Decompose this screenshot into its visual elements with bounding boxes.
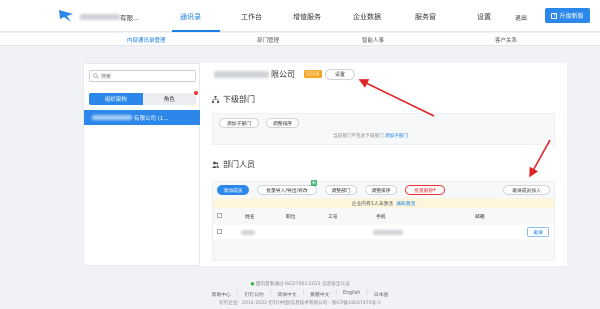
- row-checkbox[interactable]: [217, 229, 222, 234]
- logout-link[interactable]: 退出: [515, 13, 527, 22]
- chevron-down-icon: ▾: [433, 187, 436, 193]
- subnav-internal-contacts[interactable]: 内部通讯录管理: [127, 36, 166, 44]
- tree-item-company[interactable]: 有限公司 (1...: [84, 110, 200, 125]
- tab-enterprise-data[interactable]: 企业数据: [353, 12, 381, 22]
- tab-contacts[interactable]: 通讯录: [180, 12, 201, 22]
- redacted-text: [80, 14, 120, 20]
- footer-certification: ● 国内首家通过 ISO27001:2013 信息安全认证: [250, 282, 350, 287]
- footer-copyright: 钉钉企业 · 2014-2022 钉钉(中国)信息技术有限公司 · 浙ICP备1…: [219, 301, 381, 306]
- sub-navigation-bar: 内部通讯录管理 部门管理 智能人事 客户关系: [0, 33, 600, 46]
- upgrade-icon: ↑: [551, 12, 558, 19]
- members-heading: 部门人员: [212, 159, 255, 170]
- adjust-order-button[interactable]: 调整排序: [365, 185, 397, 195]
- shield-icon: ●: [250, 282, 255, 287]
- subnav-crm[interactable]: 客户关系: [495, 36, 517, 44]
- top-navigation-bar: 有限... 通讯录 工作台 增值服务 企业数据 服务窗 设置 退出 ↑ 升级新版: [0, 0, 600, 32]
- column-email: 邮箱: [475, 215, 485, 220]
- footer-link-english[interactable]: English: [343, 291, 360, 298]
- select-all-checkbox[interactable]: [217, 213, 222, 218]
- subnav-smart-hr[interactable]: 智能人事: [362, 36, 384, 44]
- certified-badge: 已认证: [304, 70, 322, 78]
- footer-link-convention[interactable]: 钉钉公约: [244, 291, 263, 298]
- new-badge: 新: [311, 180, 317, 186]
- notification-dot: [194, 91, 198, 95]
- adjust-department-button[interactable]: 调整部门: [325, 185, 357, 195]
- redacted-text: [214, 71, 269, 78]
- dingtalk-logo-icon[interactable]: [58, 9, 74, 23]
- redacted-phone: [373, 230, 403, 235]
- add-sub-department-button[interactable]: 添加子部门: [219, 118, 259, 128]
- members-box: 添加成员 批量导入/导出/修改 新 调整部门 调整排序 批量删除 ▾ 邀请成员加入…: [212, 180, 555, 261]
- search-icon: [93, 73, 99, 79]
- tab-roles[interactable]: 角色: [142, 93, 196, 105]
- column-phone: 手机: [376, 215, 386, 220]
- tab-value-added-services[interactable]: 增值服务: [293, 12, 321, 22]
- notify-activation-link[interactable]: 通知激活: [396, 200, 415, 207]
- redacted-name: [241, 230, 255, 235]
- sub-department-box: 添加子部门 调整排序 当前部门不包含下级部门 添加子部门: [212, 113, 555, 145]
- organization-sidebar: 组织架构 角色 有限公司 (1...: [83, 63, 200, 266]
- settings-link[interactable]: 设置: [477, 12, 491, 22]
- upgrade-button[interactable]: ↑ 升级新版: [545, 8, 590, 23]
- tab-workbench[interactable]: 工作台: [241, 12, 262, 22]
- add-member-button[interactable]: 添加成员: [217, 185, 249, 195]
- row-invite-button[interactable]: 邀请: [527, 227, 549, 237]
- search-box[interactable]: [89, 70, 196, 82]
- footer-link-simplified-chinese[interactable]: 简体中文: [277, 291, 296, 298]
- company-name: 有限...: [80, 12, 139, 22]
- active-tab-indicator: [172, 30, 220, 32]
- invite-members-button[interactable]: 邀请成员加入: [503, 185, 550, 195]
- tab-service-window[interactable]: 服务窗: [415, 12, 436, 22]
- batch-import-export-button[interactable]: 批量导入/导出/修改: [257, 185, 317, 195]
- org-tree-icon: [212, 96, 219, 103]
- table-row: 邀请: [213, 225, 554, 239]
- users-icon: [212, 161, 219, 168]
- footer-link-japanese[interactable]: 日本語: [374, 291, 388, 298]
- redacted-text: [92, 115, 132, 120]
- search-input[interactable]: [101, 72, 191, 81]
- activation-notice: 企业内有1人未激活 通知激活: [213, 198, 554, 208]
- tab-org-structure[interactable]: 组织架构: [89, 93, 143, 105]
- view-switcher: 组织架构 角色: [89, 93, 196, 105]
- footer-link-help[interactable]: 帮助中心: [212, 291, 231, 298]
- column-position: 职位: [286, 215, 296, 220]
- batch-delete-button[interactable]: 批量删除 ▾: [405, 185, 445, 195]
- members-table-header: 姓名 职位 工号 手机 邮箱: [213, 210, 554, 222]
- column-employee-id: 工号: [328, 215, 338, 220]
- org-settings-button[interactable]: 设置: [325, 69, 355, 80]
- org-title: 限公司: [214, 69, 295, 80]
- footer-link-traditional-chinese[interactable]: 繁體中文: [310, 291, 329, 298]
- sub-department-heading: 下级部门: [212, 94, 255, 105]
- footer-links: 帮助中心 | 钉钉公约 | 简体中文 | 繁體中文 | English | 日本語: [211, 291, 389, 298]
- column-name: 姓名: [245, 215, 255, 220]
- empty-sub-department-hint: 当前部门不包含下级部门 添加子部门: [333, 134, 408, 139]
- subnav-department-management[interactable]: 部门管理: [257, 36, 279, 44]
- sort-departments-button[interactable]: 调整排序: [266, 118, 299, 128]
- department-detail-panel: 限公司 已认证 设置 下级部门 添加子部门 调整排序 当前部门不包含下级部门 添…: [200, 63, 567, 266]
- add-sub-department-link[interactable]: 添加子部门: [385, 134, 408, 139]
